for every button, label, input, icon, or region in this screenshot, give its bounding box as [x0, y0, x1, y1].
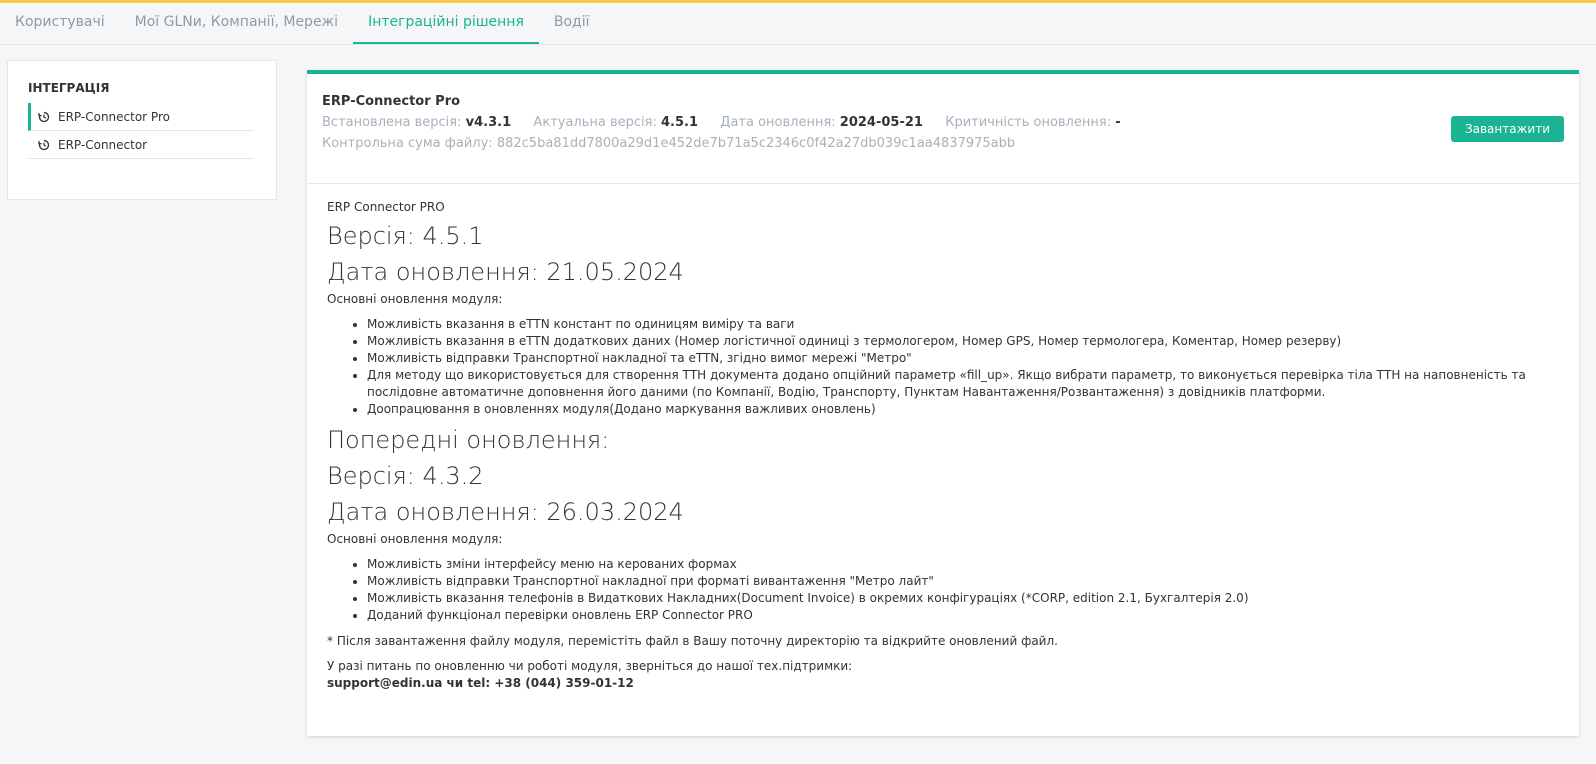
version-meta: Встановлена версія: v4.3.1 Актуальна вер…	[322, 115, 1564, 130]
intro-text: ERP Connector PRO	[327, 200, 445, 214]
list-item: Можливість вказання в eTTN констант по о…	[367, 316, 1559, 333]
criticality-label: Критичність оновлення:	[945, 115, 1112, 130]
sidebar-item-label: ERP-Connector Pro	[58, 109, 170, 124]
history-icon	[38, 111, 52, 123]
install-note: * Після завантаження файлу модуля, перем…	[327, 634, 1058, 648]
list-item: Доопрацювання в оновленнях модуля(Додано…	[367, 401, 1559, 418]
main-updates-label: Основні оновлення модуля:	[327, 532, 503, 546]
tab-integration[interactable]: Інтеграційні рішення	[353, 3, 539, 44]
date-heading: Дата оновлення: 26.03.2024	[327, 498, 684, 526]
list-item: Для методу що використовується для створ…	[367, 367, 1559, 401]
checksum-meta: Контрольна сума файлу: 882c5ba81dd7800a2…	[322, 136, 1564, 151]
card-header: ERP-Connector Pro Встановлена версія: v4…	[307, 74, 1579, 184]
main-tabs: Користувачі Мої GLNи, Компанії, Мережі І…	[0, 3, 1596, 45]
previous-updates-heading: Попередні оновлення:	[327, 426, 610, 454]
installed-version-value: v4.3.1	[465, 115, 512, 130]
integration-detail-card: ERP-Connector Pro Встановлена версія: v4…	[307, 70, 1579, 736]
actual-version-value: 4.5.1	[660, 115, 698, 130]
list-item: Доданий функціонал перевірки оновлень ER…	[367, 607, 1559, 624]
installed-version-label: Встановлена версія:	[322, 115, 462, 130]
updates-list: Можливість вказання в eTTN констант по о…	[367, 316, 1559, 418]
release-notes: ERP Connector PRO Версія: 4.5.1 Дата оно…	[307, 184, 1579, 708]
version-heading: Версія: 4.5.1	[327, 222, 484, 250]
version-heading: Версія: 4.3.2	[327, 462, 484, 490]
update-date-label: Дата оновлення:	[720, 115, 836, 130]
date-heading: Дата оновлення: 21.05.2024	[327, 258, 684, 286]
sidebar-item-label: ERP-Connector	[58, 137, 148, 152]
update-date-value: 2024-05-21	[839, 115, 923, 130]
list-item: Можливість відправки Транспортної наклад…	[367, 573, 1559, 590]
product-name: ERP-Connector Pro	[322, 94, 461, 109]
main-updates-label: Основні оновлення модуля:	[327, 292, 503, 306]
sidebar-item-erp-connector[interactable]: ERP-Connector	[28, 131, 254, 159]
actual-version-label: Актуальна версія:	[533, 115, 657, 130]
tab-users[interactable]: Користувачі	[0, 3, 120, 44]
support-contact: support@edin.ua чи tel: +38 (044) 359-01…	[327, 676, 634, 690]
checksum-value: 882c5ba81dd7800a29d1e452de7b71a5c2346c0f…	[496, 136, 1016, 151]
list-item: Можливість зміни інтерфейсу меню на керо…	[367, 556, 1559, 573]
sidebar-title: ІНТЕГРАЦІЯ	[28, 81, 110, 95]
integration-sidebar: ІНТЕГРАЦІЯ ERP-Connector Pro ERP-Connect…	[7, 60, 277, 200]
list-item: Можливість відправки Транспортної наклад…	[367, 350, 1559, 367]
tab-drivers[interactable]: Водії	[539, 3, 605, 44]
updates-list: Можливість зміни інтерфейсу меню на керо…	[367, 556, 1559, 624]
download-button[interactable]: Завантажити	[1450, 116, 1564, 142]
checksum-label: Контрольна сума файлу:	[322, 136, 493, 151]
support-line: У разі питань по оновленню чи роботі мод…	[327, 659, 853, 673]
history-icon	[38, 139, 52, 151]
sidebar-item-erp-connector-pro[interactable]: ERP-Connector Pro	[28, 103, 254, 131]
list-item: Можливість вказання в eTTN додаткових да…	[367, 333, 1559, 350]
criticality-value: -	[1115, 115, 1121, 130]
list-item: Можливість вказання телефонів в Видатков…	[367, 590, 1559, 607]
tab-glns-companies[interactable]: Мої GLNи, Компанії, Мережі	[120, 3, 353, 44]
support-info: У разі питань по оновленню чи роботі мод…	[327, 658, 1559, 692]
